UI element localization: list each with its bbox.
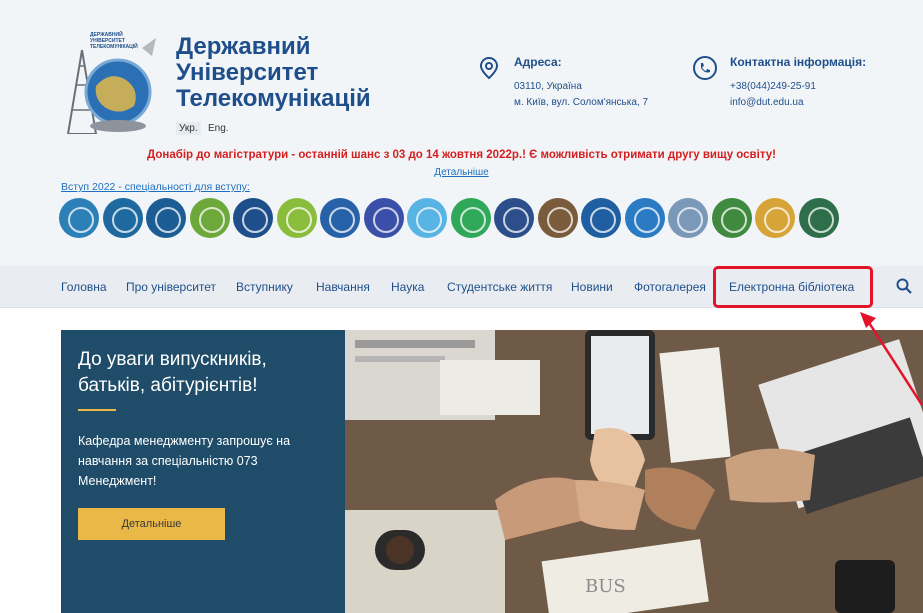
- hero-title: До уваги випускників, батьків, абітурієн…: [78, 349, 267, 396]
- nav-item-study[interactable]: Навчання: [316, 266, 370, 308]
- search-icon[interactable]: [896, 278, 912, 294]
- specialty-icon[interactable]: [624, 198, 665, 238]
- specialty-icon[interactable]: [798, 198, 839, 238]
- specialty-icon[interactable]: [450, 198, 491, 238]
- specialty-icon[interactable]: [189, 198, 230, 238]
- hero-photo: BUS: [345, 330, 923, 613]
- specialty-icon[interactable]: [494, 198, 534, 238]
- address-heading: Адреса:: [514, 55, 562, 69]
- specialty-icon[interactable]: [363, 198, 404, 238]
- specialty-icon[interactable]: [407, 198, 447, 238]
- specialty-icon[interactable]: [102, 198, 143, 238]
- university-name-line: Університет: [176, 59, 319, 86]
- header: ДЕРЖАВНИЙ УНІВЕРСИТЕТ ТЕЛЕКОМУНІКАЦІЙ Де…: [0, 0, 923, 266]
- announcement-more-link: Детальніше: [0, 167, 923, 178]
- specialty-icon[interactable]: [320, 198, 360, 238]
- nav-item-student-life[interactable]: Студентське життя: [447, 266, 552, 308]
- university-name[interactable]: Державний Університет Телекомунікацій: [176, 34, 371, 112]
- university-logo[interactable]: ДЕРЖАВНИЙ УНІВЕРСИТЕТ ТЕЛЕКОМУНІКАЦІЙ: [60, 30, 160, 135]
- specialty-icon[interactable]: [146, 198, 186, 238]
- specialty-icon[interactable]: [276, 198, 317, 238]
- hero-divider: [78, 409, 116, 411]
- photo-sign-text: BUS: [585, 576, 626, 597]
- specialty-icon[interactable]: [711, 198, 752, 238]
- specialty-icon[interactable]: [581, 198, 621, 238]
- hero-banner: До уваги випускників, батьків, абітурієн…: [61, 330, 923, 613]
- annotation-arrow-icon: [860, 312, 923, 406]
- specialty-icon[interactable]: [233, 198, 273, 238]
- location-icon: [479, 56, 499, 80]
- nav-item-gallery[interactable]: Фотогалерея: [634, 266, 706, 308]
- admission-link[interactable]: Вступ 2022 - спеціальності для вступу:: [61, 181, 250, 193]
- specialty-icon[interactable]: [668, 198, 708, 238]
- teamwork-hands-image: BUS: [345, 330, 923, 613]
- e-library-highlight: [713, 266, 873, 308]
- nav-item-science[interactable]: Наука: [391, 266, 424, 308]
- lang-ukr-link[interactable]: Укр.: [176, 122, 201, 135]
- university-name-line: Державний: [176, 33, 311, 60]
- address-line: 03110, Україна: [514, 81, 582, 92]
- contacts-heading: Контактна інформація:: [730, 55, 867, 69]
- address-line: м. Київ, вул. Солом'янська, 7: [514, 97, 649, 108]
- hero-description: Кафедра менеджменту запрошує на навчання…: [78, 434, 291, 488]
- specialty-icon[interactable]: [59, 198, 99, 238]
- announcement-more-link-text[interactable]: Детальніше: [434, 167, 488, 178]
- specialty-icon[interactable]: [537, 198, 578, 238]
- nav-item-about[interactable]: Про університет: [126, 266, 216, 308]
- nav-item-news[interactable]: Новини: [571, 266, 613, 308]
- hero-text-panel: До уваги випускників, батьків, абітурієн…: [61, 330, 345, 613]
- email-link[interactable]: info@dut.edu.ua: [730, 97, 804, 108]
- specialties-row: [59, 198, 859, 240]
- nav-item-applicants[interactable]: Вступнику: [236, 266, 293, 308]
- announcement-text: Донабір до магістратури - останній шанс …: [147, 149, 776, 161]
- phone-icon: [693, 56, 717, 80]
- specialty-icon[interactable]: [755, 198, 795, 238]
- lang-eng-link[interactable]: Eng.: [205, 122, 232, 135]
- phone-number[interactable]: +38(044)249-25-91: [730, 81, 816, 92]
- nav-item-home[interactable]: Головна: [61, 266, 107, 308]
- hero-more-button[interactable]: Детальніше: [78, 508, 225, 540]
- logo-text-line: ТЕЛЕКОМУНІКАЦІЙ: [90, 44, 138, 50]
- university-name-line: Телекомунікацій: [176, 85, 371, 112]
